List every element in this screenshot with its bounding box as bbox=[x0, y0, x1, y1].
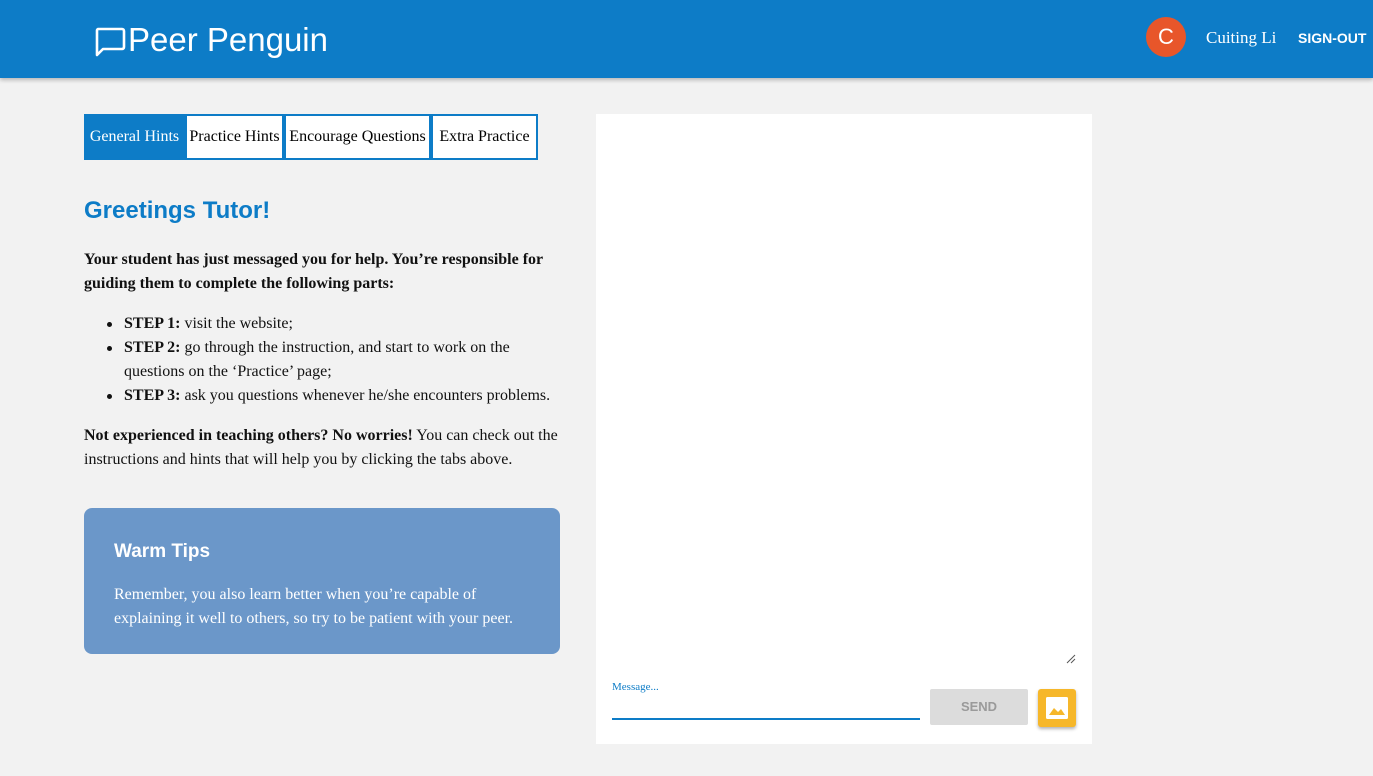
avatar[interactable]: C bbox=[1146, 17, 1186, 57]
step-label: STEP 1: bbox=[124, 315, 181, 332]
tab-extra-practice[interactable]: Extra Practice bbox=[431, 114, 538, 160]
send-button[interactable]: SEND bbox=[930, 689, 1028, 725]
user-name: Cuiting Li bbox=[1206, 28, 1277, 47]
chat-bubble-icon bbox=[95, 27, 126, 57]
tab-practice-hints[interactable]: Practice Hints bbox=[185, 114, 284, 160]
intro-text: Your student has just messaged you for h… bbox=[84, 251, 543, 292]
tab-general-hints[interactable]: General Hints bbox=[84, 114, 185, 160]
message-label: Message... bbox=[612, 681, 659, 693]
chat-log[interactable] bbox=[612, 128, 1076, 664]
resize-grip-icon[interactable] bbox=[1066, 654, 1076, 664]
message-input[interactable] bbox=[612, 698, 920, 720]
tips-text: Remember, you also learn better when you… bbox=[114, 586, 514, 627]
sign-out-button[interactable]: SIGN-OUT bbox=[1298, 29, 1366, 47]
brand[interactable]: Peer Penguin bbox=[94, 20, 328, 60]
greeting-heading: Greetings Tutor! bbox=[84, 197, 271, 224]
upload-image-button[interactable] bbox=[1038, 689, 1076, 727]
step-label: STEP 3: bbox=[124, 387, 181, 404]
tab-encourage-questions[interactable]: Encourage Questions bbox=[284, 114, 431, 160]
step-label: STEP 2: bbox=[124, 339, 181, 356]
hint-tabs: General Hints Practice Hints Encourage Q… bbox=[84, 114, 538, 160]
outro-bold: Not experienced in teaching others? No w… bbox=[84, 427, 413, 444]
chat-panel: Message... SEND bbox=[596, 114, 1092, 744]
step-text: visit the website; bbox=[180, 315, 293, 332]
step-text: go through the instruction, and start to… bbox=[124, 339, 510, 380]
list-item: STEP 2: go through the instruction, and … bbox=[107, 336, 564, 384]
outro-text: Not experienced in teaching others? No w… bbox=[84, 424, 564, 472]
warm-tips-card: Warm Tips Remember, you also learn bette… bbox=[84, 508, 560, 654]
app-title: Peer Penguin bbox=[128, 21, 328, 58]
tips-title: Warm Tips bbox=[114, 541, 211, 562]
steps-list: STEP 1: visit the website; STEP 2: go th… bbox=[107, 312, 564, 408]
list-item: STEP 1: visit the website; bbox=[107, 312, 564, 336]
image-icon bbox=[1046, 697, 1068, 719]
list-item: STEP 3: ask you questions whenever he/sh… bbox=[107, 384, 564, 408]
top-app-bar: Peer Penguin C Cuiting Li SIGN-OUT bbox=[0, 0, 1373, 78]
step-text: ask you questions whenever he/she encoun… bbox=[180, 387, 551, 404]
